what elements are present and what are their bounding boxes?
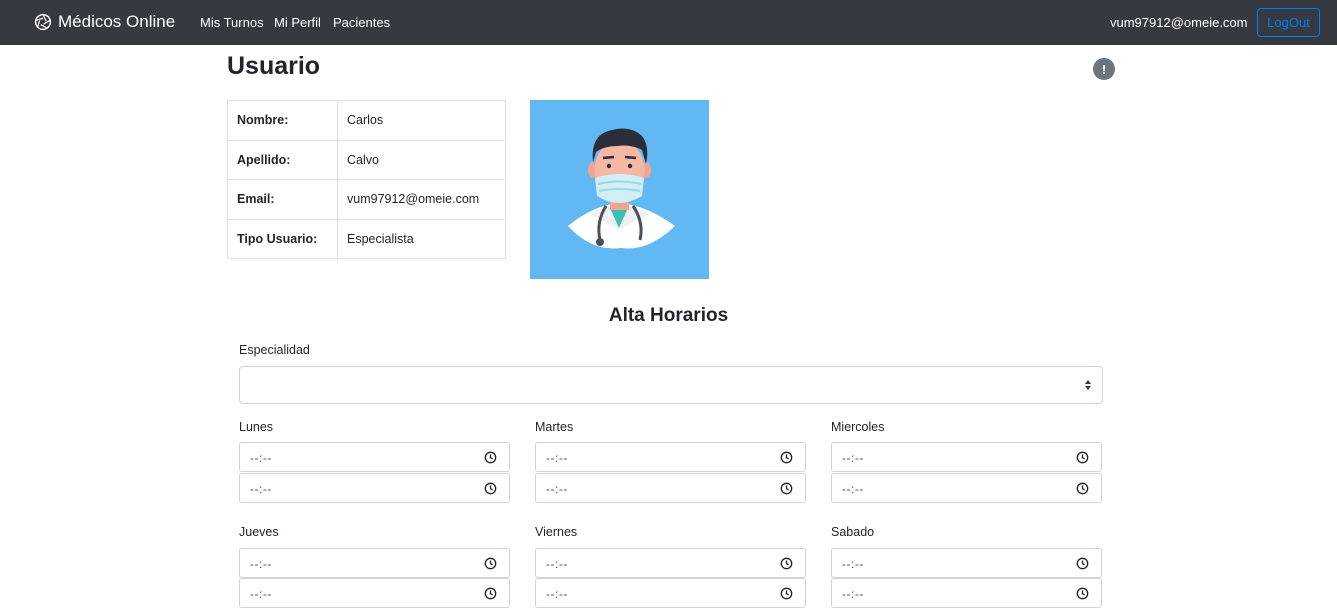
day-label-miercoles: Miercoles bbox=[831, 420, 885, 434]
table-row: Nombre: Carlos bbox=[227, 100, 506, 141]
label-nombre: Nombre: bbox=[227, 100, 338, 141]
jueves-start-time-input[interactable]: --:-- bbox=[239, 548, 510, 578]
time-placeholder: --:-- bbox=[250, 557, 272, 571]
clock-icon[interactable] bbox=[780, 587, 793, 600]
clock-icon[interactable] bbox=[780, 557, 793, 570]
day-label-sabado: Sabado bbox=[831, 525, 875, 539]
clock-icon[interactable] bbox=[484, 451, 497, 464]
time-placeholder: --:-- bbox=[546, 587, 568, 601]
clock-icon[interactable] bbox=[1076, 451, 1089, 464]
specialty-select[interactable] bbox=[239, 366, 1103, 404]
martes-end-time-input[interactable]: --:-- bbox=[535, 473, 806, 503]
viernes-end-time-input[interactable]: --:-- bbox=[535, 578, 806, 608]
exclamation-icon[interactable]: ! bbox=[1093, 58, 1115, 80]
label-tipo-usuario: Tipo Usuario: bbox=[227, 218, 338, 259]
aperture-icon bbox=[34, 13, 52, 31]
time-placeholder: --:-- bbox=[546, 557, 568, 571]
label-email: Email: bbox=[227, 179, 338, 220]
nav-link-mi-perfil[interactable]: Mi Perfil bbox=[274, 15, 321, 30]
miercoles-start-time-input[interactable]: --:-- bbox=[831, 442, 1102, 472]
miercoles-end-time-input[interactable]: --:-- bbox=[831, 473, 1102, 503]
table-row: Apellido: Calvo bbox=[227, 139, 506, 180]
day-label-jueves: Jueves bbox=[239, 525, 279, 539]
select-arrows-icon bbox=[1085, 380, 1091, 390]
time-placeholder: --:-- bbox=[842, 451, 864, 465]
day-label-viernes: Viernes bbox=[535, 525, 578, 539]
sabado-end-time-input[interactable]: --:-- bbox=[831, 578, 1102, 608]
alert-symbol: ! bbox=[1101, 61, 1107, 77]
clock-icon[interactable] bbox=[1076, 557, 1089, 570]
top-navbar: Médicos Online Mis Turnos Mi Perfil Paci… bbox=[0, 0, 1337, 45]
time-placeholder: --:-- bbox=[842, 557, 864, 571]
time-placeholder: --:-- bbox=[546, 451, 568, 465]
user-info-table: Nombre: Carlos Apellido: Calvo Email: vu… bbox=[227, 100, 506, 259]
page-title: Usuario bbox=[227, 52, 321, 80]
lunes-start-time-input[interactable]: --:-- bbox=[239, 442, 510, 472]
time-placeholder: --:-- bbox=[842, 587, 864, 601]
clock-icon[interactable] bbox=[484, 587, 497, 600]
user-email: vum97912@omeie.com bbox=[1110, 15, 1248, 30]
specialty-label: Especialidad bbox=[239, 343, 310, 357]
time-placeholder: --:-- bbox=[250, 587, 272, 601]
value-email: vum97912@omeie.com bbox=[337, 179, 506, 220]
nav-link-mis-turnos[interactable]: Mis Turnos bbox=[200, 15, 264, 30]
day-label-lunes: Lunes bbox=[239, 420, 274, 434]
time-placeholder: --:-- bbox=[842, 482, 864, 496]
lunes-end-time-input[interactable]: --:-- bbox=[239, 473, 510, 503]
nav-link-pacientes[interactable]: Pacientes bbox=[333, 15, 390, 30]
value-apellido: Calvo bbox=[337, 139, 506, 180]
jueves-end-time-input[interactable]: --:-- bbox=[239, 578, 510, 608]
clock-icon[interactable] bbox=[484, 557, 497, 570]
logout-button[interactable]: LogOut bbox=[1257, 8, 1320, 37]
brand-name: Médicos Online bbox=[58, 12, 176, 31]
label-apellido: Apellido: bbox=[227, 139, 338, 180]
value-tipo-usuario: Especialista bbox=[337, 218, 506, 259]
section-title-alta-horarios: Alta Horarios bbox=[608, 305, 729, 326]
brand-link[interactable]: Médicos Online bbox=[34, 11, 175, 33]
value-nombre: Carlos bbox=[337, 100, 506, 141]
table-row: Tipo Usuario: Especialista bbox=[227, 218, 506, 259]
viernes-start-time-input[interactable]: --:-- bbox=[535, 548, 806, 578]
doctor-avatar-icon bbox=[568, 128, 675, 249]
doctor-avatar bbox=[530, 100, 709, 279]
clock-icon[interactable] bbox=[1076, 587, 1089, 600]
day-label-martes: Martes bbox=[535, 420, 574, 434]
time-placeholder: --:-- bbox=[250, 451, 272, 465]
sabado-start-time-input[interactable]: --:-- bbox=[831, 548, 1102, 578]
time-placeholder: --:-- bbox=[250, 482, 272, 496]
clock-icon[interactable] bbox=[780, 451, 793, 464]
table-row: Email: vum97912@omeie.com bbox=[227, 179, 506, 220]
clock-icon[interactable] bbox=[1076, 482, 1089, 495]
martes-start-time-input[interactable]: --:-- bbox=[535, 442, 806, 472]
time-placeholder: --:-- bbox=[546, 482, 568, 496]
clock-icon[interactable] bbox=[484, 482, 497, 495]
clock-icon[interactable] bbox=[780, 482, 793, 495]
